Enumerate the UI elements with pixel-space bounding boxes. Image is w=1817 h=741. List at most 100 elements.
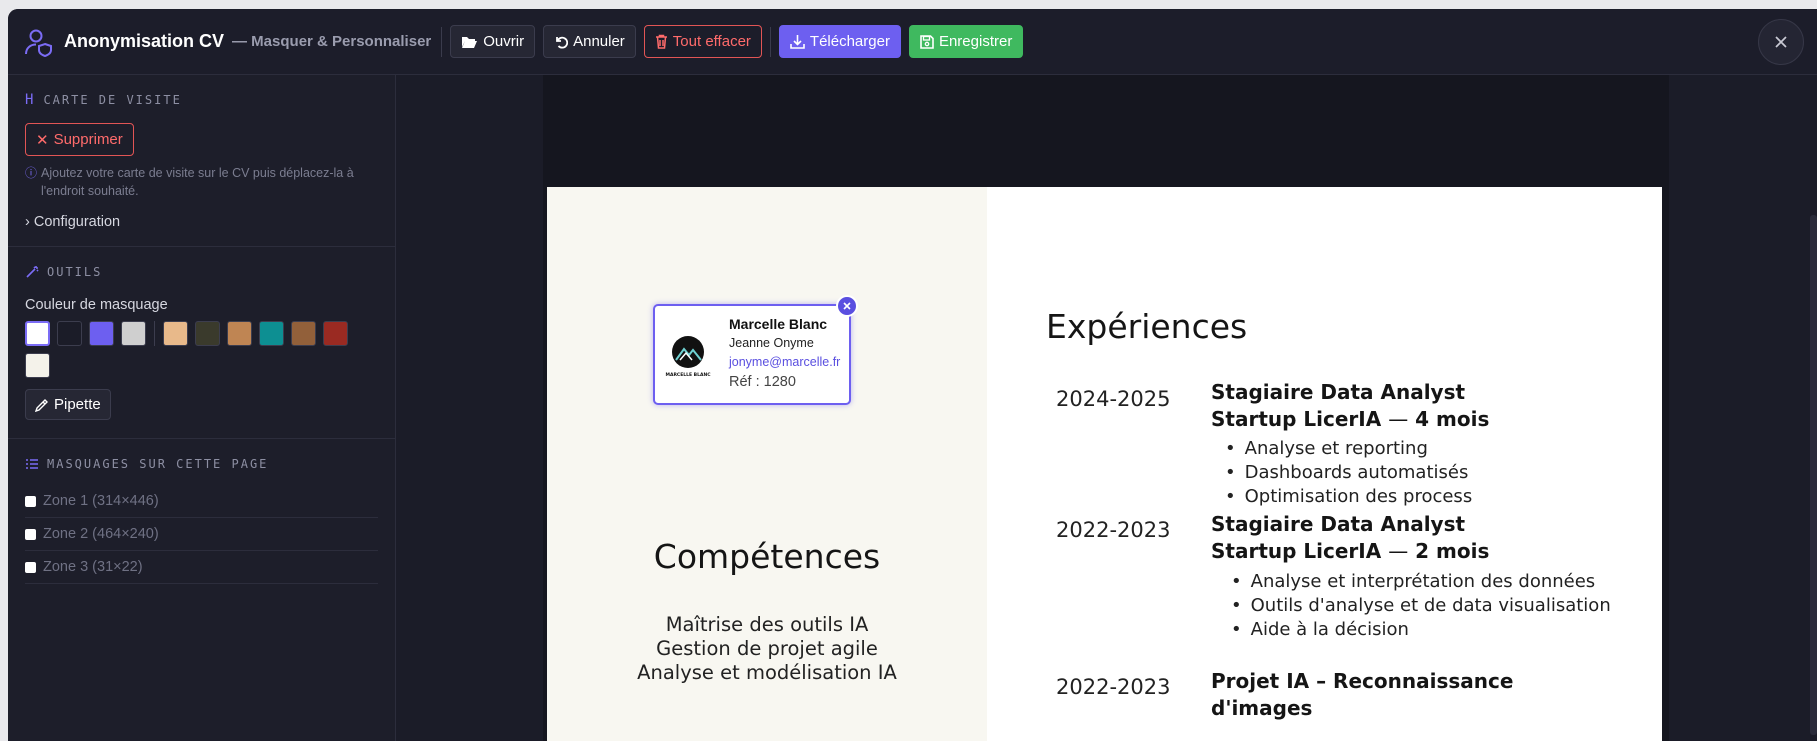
separator-dash: — (1388, 539, 1409, 563)
experience-role: Projet IA – Reconnaissance (1211, 669, 1514, 693)
experience-bullets: Analyse et reporting Dashboards automati… (1225, 437, 1473, 509)
skill-item: Gestion de projet agile (656, 637, 878, 660)
sidebar: H CARTE DE VISITE ✕ Supprimer ⓘ Ajoutez … (8, 75, 396, 741)
zone-checkbox[interactable] (25, 561, 36, 573)
header: Anonymisation CV — Masquer & Personnalis… (8, 9, 1817, 75)
download-button[interactable]: Télécharger (778, 25, 901, 58)
business-card[interactable]: MARCELLE BLANC Marcelle Blanc Jeanne Ony… (653, 295, 858, 405)
undo-button[interactable]: Annuler (543, 25, 636, 58)
section-title: CARTE DE VISITE (43, 93, 182, 107)
card-reference: Réf : 1280 (729, 374, 796, 390)
color-swatch[interactable] (323, 321, 348, 346)
heading-icon: H (25, 92, 36, 108)
remove-card-button[interactable] (836, 295, 858, 317)
experience-years: 2022-2023 (1056, 675, 1171, 699)
list-item: Dashboards automatisés (1225, 461, 1472, 485)
experience-years: 2024-2025 (1056, 387, 1171, 411)
color-swatch[interactable] (25, 353, 50, 378)
delete-card-button[interactable]: ✕ Supprimer (25, 123, 134, 156)
color-swatch[interactable] (291, 321, 316, 346)
experience-role: Stagiaire Data Analyst (1211, 380, 1466, 404)
list-item: Optimisation des process (1225, 485, 1473, 509)
user-shield-icon (25, 29, 52, 57)
chevron-right-icon: › (25, 214, 30, 230)
experience-company-line: Startup LicerIA — 2 mois (1211, 538, 1489, 565)
app-subtitle: — Masquer & Personnaliser (232, 33, 432, 50)
configuration-toggle[interactable]: › Configuration (25, 214, 378, 246)
color-swatch[interactable] (57, 321, 82, 346)
zone-item[interactable]: Zone 2 (464×240) (25, 518, 378, 551)
zone-item[interactable]: Zone 1 (314×446) (25, 485, 378, 518)
undo-icon (556, 36, 569, 49)
divider (441, 26, 443, 57)
competences-heading: Compétences (653, 537, 881, 576)
save-button-label: Enregistrer (938, 33, 1013, 50)
experiences-heading: Expériences (1046, 307, 1248, 346)
preview-area: MARCELLE BLANC Marcelle Blanc Jeanne Ony… (397, 75, 1817, 741)
experience-company: Startup LicerIA (1211, 407, 1382, 431)
experience-duration: 4 mois (1415, 407, 1490, 431)
experience-role: Stagiaire Data Analyst (1211, 512, 1466, 536)
color-swatch[interactable] (25, 321, 50, 346)
experience-company-line: Startup LicerIA — 4 mois (1211, 406, 1489, 433)
magic-wand-icon (26, 266, 39, 278)
experience-title: Projet IA – Reconnaissance d'images (1211, 668, 1513, 722)
card-hint: ⓘ Ajoutez votre carte de visite sur le C… (25, 164, 378, 200)
list-item: Analyse et reporting (1225, 437, 1472, 461)
zone-label: Zone 3 (31×22) (43, 559, 143, 575)
folder-open-icon (462, 36, 478, 48)
color-swatch[interactable] (195, 321, 220, 346)
close-button[interactable] (1758, 19, 1804, 65)
save-button[interactable]: Enregistrer (908, 25, 1024, 58)
configuration-label: Configuration (33, 214, 121, 230)
download-icon (790, 35, 805, 49)
list-item: Outils d'analyse et de data visualisatio… (1231, 594, 1611, 618)
open-button[interactable]: Ouvrir (450, 25, 536, 58)
trash-icon (655, 34, 667, 49)
experience-title: Stagiaire Data Analyst Startup LicerIA —… (1211, 379, 1489, 433)
download-button-label: Télécharger (809, 33, 890, 50)
zone-list: Zone 1 (314×446) Zone 2 (464×240) Zone 3 (… (25, 485, 378, 584)
color-swatch[interactable] (121, 321, 146, 346)
section-title: OUTILS (47, 265, 103, 279)
cv-page[interactable]: MARCELLE BLANC Marcelle Blanc Jeanne Ony… (547, 187, 1662, 741)
undo-button-label: Annuler (573, 33, 625, 50)
pipette-label: Pipette (54, 396, 101, 413)
business-card-section: H CARTE DE VISITE ✕ Supprimer ⓘ Ajoutez … (8, 75, 395, 247)
color-swatch[interactable] (227, 321, 252, 346)
hint-text: Ajoutez votre carte de visite sur le CV … (41, 166, 354, 198)
pipette-button[interactable]: Pipette (25, 389, 111, 420)
color-swatch[interactable] (259, 321, 284, 346)
color-swatch[interactable] (163, 321, 188, 346)
zone-item[interactable]: Zone 3 (31×22) (25, 551, 378, 584)
color-swatches (25, 321, 365, 385)
close-icon (843, 302, 851, 310)
separator-dash: — (1388, 407, 1409, 431)
card-email[interactable]: jonyme@marcelle.fr (729, 355, 840, 369)
section-header: H CARTE DE VISITE (25, 91, 378, 109)
zone-checkbox[interactable] (25, 528, 36, 540)
eyedropper-icon (35, 398, 48, 412)
skill-item: Analyse et modélisation IA (637, 661, 897, 684)
color-swatch[interactable] (89, 321, 114, 346)
card-person: Jeanne Onyme (729, 336, 814, 350)
tools-section: OUTILS Couleur de masquage Pipette (8, 247, 395, 439)
app-window: Anonymisation CV — Masquer & Personnalis… (8, 9, 1817, 741)
masks-section: MASQUAGES SUR CETTE PAGE Zone 1 (314×446… (8, 439, 395, 584)
experience-duration: 2 mois (1415, 539, 1490, 563)
delete-card-button-label: Supprimer (53, 131, 123, 148)
swatch-divider (154, 321, 155, 346)
zone-checkbox[interactable] (25, 495, 36, 507)
info-icon: ⓘ (25, 166, 38, 180)
clear-all-button-label: Tout effacer (672, 33, 751, 50)
company-logo: MARCELLE BLANC (665, 336, 711, 378)
zone-label: Zone 2 (464×240) (43, 526, 159, 542)
close-icon: ✕ (36, 131, 49, 149)
clear-all-button[interactable]: Tout effacer (643, 25, 762, 58)
list-item: Analyse et interprétation des données (1231, 570, 1611, 594)
skill-item: Maîtrise des outils IA (665, 613, 869, 636)
experience-role: d'images (1211, 696, 1313, 720)
card-company-name: Marcelle Blanc (729, 316, 828, 332)
scrollbar[interactable] (1810, 215, 1817, 735)
experience-title: Stagiaire Data Analyst Startup LicerIA —… (1211, 511, 1489, 565)
